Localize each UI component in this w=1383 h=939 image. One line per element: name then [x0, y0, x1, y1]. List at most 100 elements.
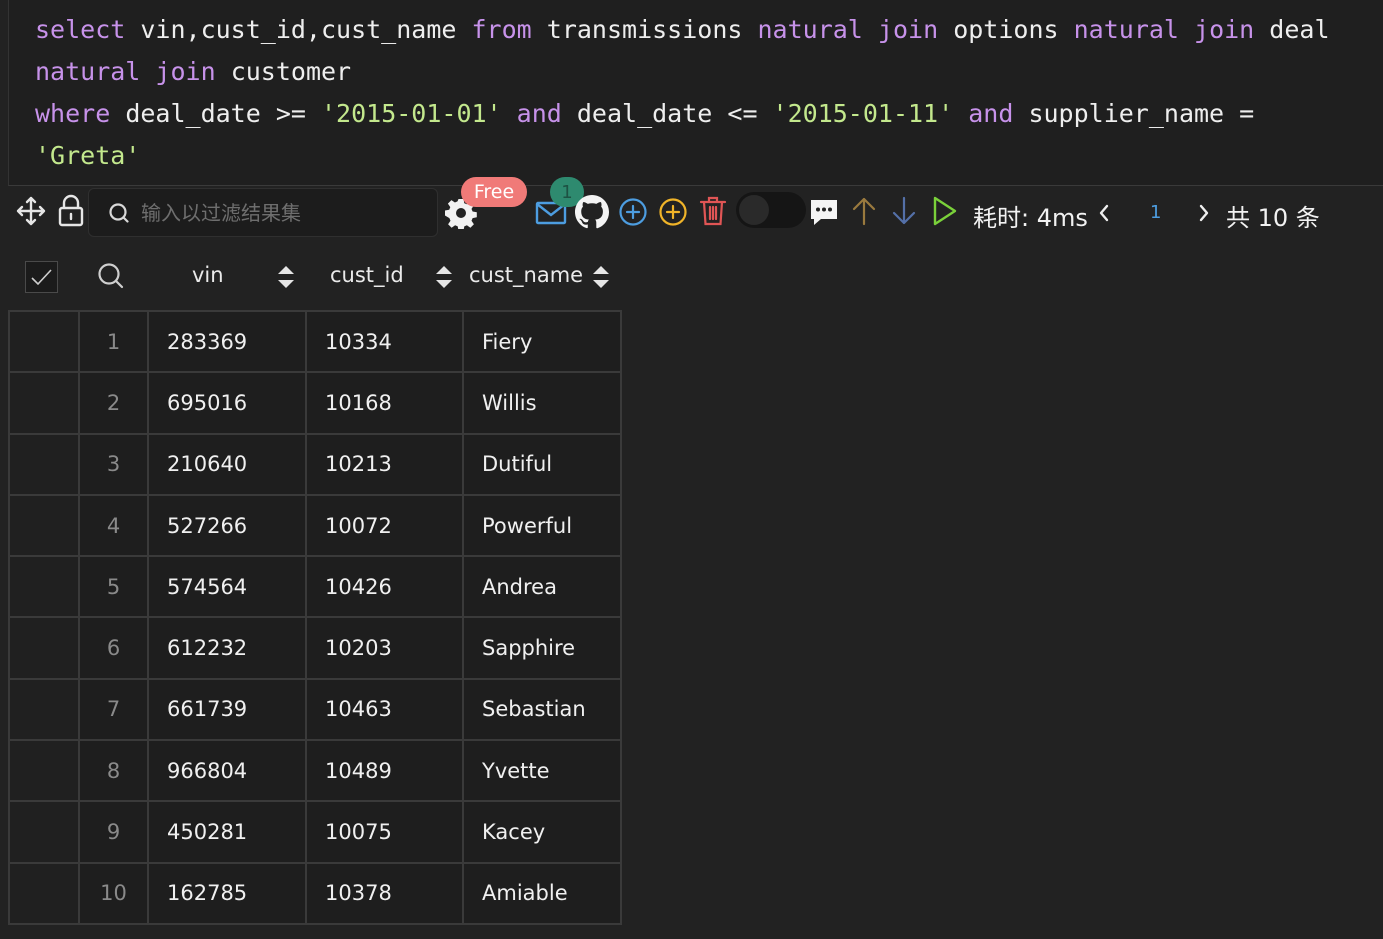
sql-string: '2015-01-01': [320, 99, 502, 128]
table-row[interactable]: 7 661739 10463 Sebastian: [8, 677, 622, 742]
row-select-cell[interactable]: [8, 309, 80, 374]
current-page[interactable]: 1: [1150, 202, 1161, 223]
sql-keyword: and: [968, 99, 1014, 128]
cell-cust-id[interactable]: 10213: [305, 432, 464, 496]
cell-cust-id[interactable]: 10334: [305, 309, 464, 374]
cell-cust-name[interactable]: Amiable: [462, 861, 622, 925]
cell-vin[interactable]: 661739: [147, 677, 307, 742]
row-select-cell[interactable]: [8, 432, 80, 496]
cell-cust-name[interactable]: Powerful: [462, 493, 622, 558]
cell-cust-id[interactable]: 10075: [305, 800, 464, 864]
run-icon[interactable]: [930, 194, 960, 228]
table-row[interactable]: 1 283369 10334 Fiery: [8, 309, 622, 374]
sql-identifier: [1179, 15, 1194, 44]
cell-cust-name[interactable]: Willis: [462, 371, 622, 435]
cell-cust-id[interactable]: 10489: [305, 739, 464, 803]
cell-cust-id[interactable]: 10463: [305, 677, 464, 742]
cell-vin[interactable]: 695016: [147, 371, 307, 435]
sql-keyword: and: [516, 99, 562, 128]
sql-identifier: customer: [215, 57, 352, 86]
cell-cust-name[interactable]: Kacey: [462, 800, 622, 864]
table-row[interactable]: 9 450281 10075 Kacey: [8, 800, 622, 864]
delete-icon[interactable]: [698, 194, 728, 228]
sql-identifier: supplier_name =: [1013, 99, 1255, 128]
sql-identifier: vin,cust_id,cust_name: [125, 15, 472, 44]
arrow-down-icon[interactable]: [890, 194, 918, 228]
row-select-cell[interactable]: [8, 493, 80, 558]
cell-vin[interactable]: 450281: [147, 800, 307, 864]
sort-icon[interactable]: [275, 264, 297, 290]
result-toolbar: Free 1: [0, 177, 1383, 238]
row-number: 8: [78, 739, 149, 803]
table-row[interactable]: 8 966804 10489 Yvette: [8, 739, 622, 803]
cell-vin[interactable]: 612232: [147, 616, 307, 680]
add-column-icon[interactable]: [657, 196, 689, 228]
result-table: 1 283369 10334 Fiery 2 695016 10168 Willis 3 2106…: [8, 309, 622, 925]
cell-cust-name[interactable]: Sebastian: [462, 677, 622, 742]
row-select-cell[interactable]: [8, 616, 80, 680]
cell-cust-id[interactable]: 10203: [305, 616, 464, 680]
github-icon[interactable]: [574, 194, 610, 230]
cell-vin[interactable]: 966804: [147, 739, 307, 803]
column-header-vin[interactable]: vin: [192, 263, 224, 287]
cell-vin[interactable]: 527266: [147, 493, 307, 558]
cell-vin[interactable]: 162785: [147, 861, 307, 925]
row-number: 10: [78, 861, 149, 925]
add-row-icon[interactable]: [617, 196, 649, 228]
sort-icon[interactable]: [433, 264, 455, 290]
row-number: 2: [78, 371, 149, 435]
cell-cust-id[interactable]: 10426: [305, 555, 464, 619]
cell-cust-name[interactable]: Dutiful: [462, 432, 622, 496]
sql-keyword: join: [1194, 15, 1255, 44]
lock-icon[interactable]: [56, 193, 86, 229]
cell-cust-name[interactable]: Sapphire: [462, 616, 622, 680]
row-select-cell[interactable]: [8, 861, 80, 925]
table-row[interactable]: 5 574564 10426 Andrea: [8, 555, 622, 619]
table-row[interactable]: 2 695016 10168 Willis: [8, 371, 622, 435]
cell-cust-id[interactable]: 10072: [305, 493, 464, 558]
row-number: 4: [78, 493, 149, 558]
total-count: 共 10 条: [1226, 204, 1320, 232]
column-header-cust-name[interactable]: cust_name: [469, 263, 583, 287]
row-select-cell[interactable]: [8, 739, 80, 803]
arrow-up-icon[interactable]: [850, 194, 878, 228]
column-header-cust-id[interactable]: cust_id: [330, 263, 404, 287]
cell-cust-name[interactable]: Fiery: [462, 309, 622, 374]
move-icon[interactable]: [14, 194, 48, 228]
row-select-cell[interactable]: [8, 677, 80, 742]
cell-cust-name[interactable]: Andrea: [462, 555, 622, 619]
cell-vin[interactable]: 574564: [147, 555, 307, 619]
cell-vin[interactable]: 210640: [147, 432, 307, 496]
cell-cust-id[interactable]: 10378: [305, 861, 464, 925]
sql-identifier: deal_date <=: [561, 99, 773, 128]
sql-editor[interactable]: select vin,cust_id,cust_name from transm…: [8, 0, 1383, 186]
cell-cust-id[interactable]: 10168: [305, 371, 464, 435]
toggle-switch[interactable]: [736, 192, 806, 228]
row-select-cell[interactable]: [8, 800, 80, 864]
sql-keyword: join: [155, 57, 216, 86]
table-header: vin cust_id cust_name: [0, 245, 640, 309]
next-page-icon[interactable]: [1194, 200, 1214, 226]
sql-identifier: deal_date >=: [110, 99, 321, 128]
table-row[interactable]: 10 162785 10378 Amiable: [8, 861, 622, 925]
cell-cust-name[interactable]: Yvette: [462, 739, 622, 803]
column-search-icon[interactable]: [96, 261, 126, 291]
row-select-cell[interactable]: [8, 555, 80, 619]
sql-line: where deal_date >= '2015-01-01' and deal…: [35, 93, 1383, 135]
table-row[interactable]: 6 612232 10203 Sapphire: [8, 616, 622, 680]
filter-input[interactable]: [141, 198, 421, 228]
prev-page-icon[interactable]: [1094, 200, 1114, 226]
row-select-cell[interactable]: [8, 371, 80, 435]
table-row[interactable]: 4 527266 10072 Powerful: [8, 493, 622, 558]
row-number: 9: [78, 800, 149, 864]
cell-vin[interactable]: 283369: [147, 309, 307, 374]
sql-string: 'Greta': [35, 141, 141, 170]
comment-icon[interactable]: [808, 196, 840, 228]
select-all-checkbox[interactable]: [25, 261, 58, 293]
filter-search-box[interactable]: [88, 188, 438, 237]
table-row[interactable]: 3 210640 10213 Dutiful: [8, 432, 622, 496]
sql-string: '2015-01-11': [772, 99, 954, 128]
sql-line: select vin,cust_id,cust_name from transm…: [35, 9, 1383, 51]
sort-icon[interactable]: [590, 264, 612, 290]
sql-keyword: natural: [1073, 15, 1179, 44]
